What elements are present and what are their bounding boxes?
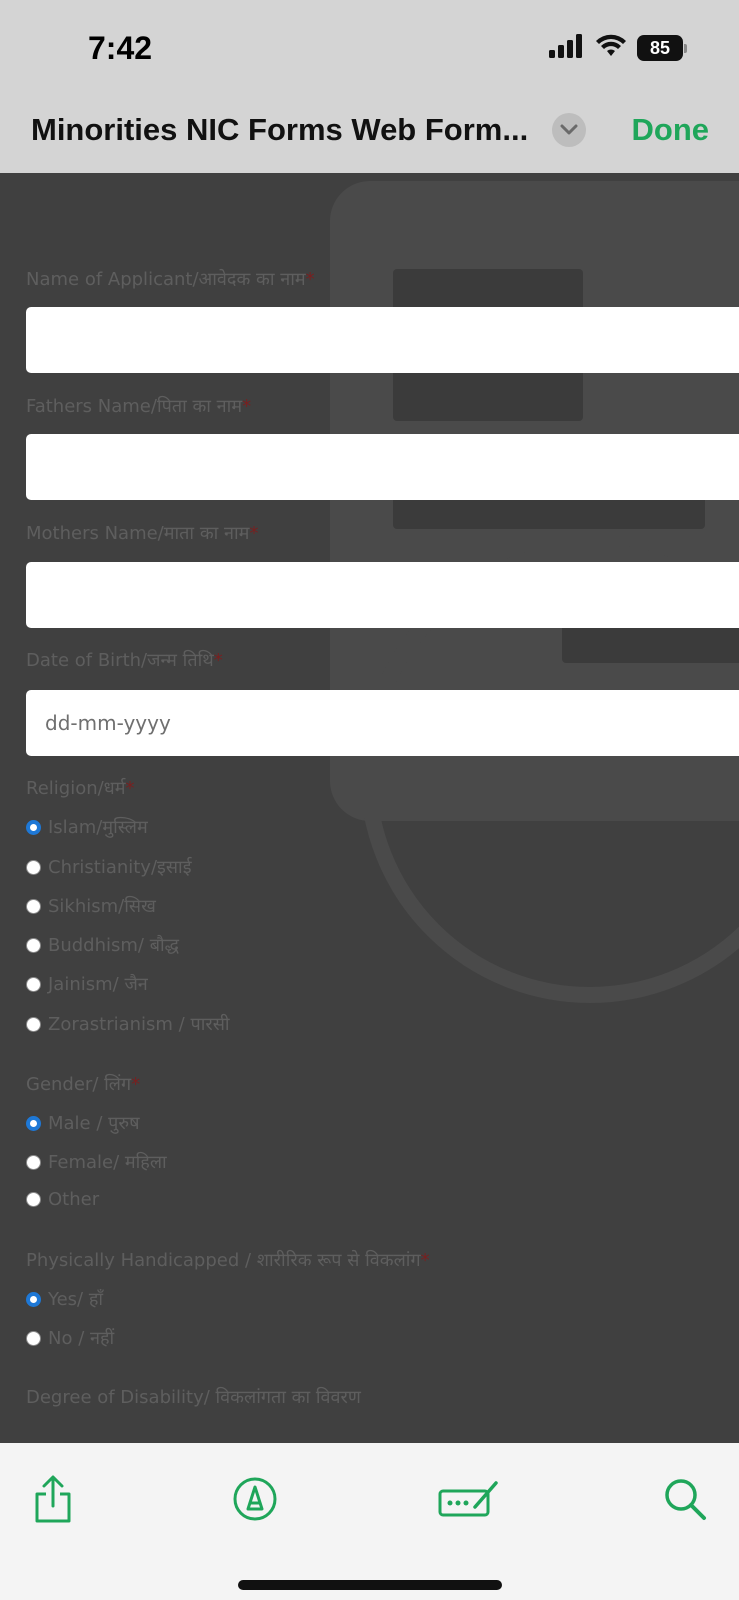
applicant-name-input[interactable] — [26, 307, 739, 373]
form-content: Name of Applicant/आवेदक का नाम* Fathers … — [0, 173, 739, 1443]
radio-button[interactable] — [26, 819, 41, 835]
religion-option-christianity[interactable]: Christianity/इसाई — [26, 855, 192, 879]
father-name-label: Fathers Name/पिता का नाम* — [26, 396, 252, 417]
status-bar: 7:42 85 — [0, 0, 739, 95]
religion-option-zorastrianism[interactable]: Zorastrianism / पारसी — [26, 1012, 230, 1036]
handicapped-label: Physically Handicapped / शारीरिक रूप से … — [26, 1250, 430, 1271]
radio-button[interactable] — [26, 859, 41, 875]
dob-placeholder: dd-mm-yyyy — [45, 711, 171, 735]
dob-label: Date of Birth/जन्म तिथि* — [26, 650, 223, 671]
gender-label: Gender/ लिंग* — [26, 1074, 141, 1095]
religion-option-jainism[interactable]: Jainism/ जैन — [26, 972, 148, 996]
gender-option-female[interactable]: Female/ महिला — [26, 1150, 167, 1174]
religion-label: Religion/धर्म* — [26, 778, 135, 799]
document-title[interactable]: Minorities NIC Forms Web Form... — [31, 112, 528, 148]
radio-button[interactable] — [26, 1330, 41, 1346]
chevron-down-icon[interactable] — [552, 113, 586, 147]
religion-option-sikhism[interactable]: Sikhism/सिख — [26, 894, 156, 918]
home-indicator — [238, 1580, 502, 1590]
dob-input[interactable]: dd-mm-yyyy — [26, 690, 739, 756]
radio-button[interactable] — [26, 976, 41, 992]
done-button[interactable]: Done — [632, 112, 710, 148]
gender-option-male[interactable]: Male / पुरुष — [26, 1111, 140, 1135]
radio-button[interactable] — [26, 898, 41, 914]
applicant-name-label: Name of Applicant/आवेदक का नाम* — [26, 269, 315, 290]
mother-name-label: Mothers Name/माता का नाम* — [26, 523, 259, 544]
handicapped-option-no[interactable]: No / नहीं — [26, 1326, 114, 1350]
bottom-toolbar — [0, 1443, 739, 1600]
handicapped-option-yes[interactable]: Yes/ हाँ — [26, 1287, 103, 1311]
battery-icon: 85 — [637, 35, 687, 61]
radio-button[interactable] — [26, 1016, 41, 1032]
wifi-icon — [595, 34, 627, 62]
cellular-signal-icon — [549, 34, 585, 62]
father-name-input[interactable] — [26, 434, 739, 500]
religion-option-buddhism[interactable]: Buddhism/ बौद्ध — [26, 933, 179, 957]
form-fill-icon[interactable] — [436, 1469, 502, 1529]
share-icon[interactable] — [23, 1469, 83, 1529]
mother-name-input[interactable] — [26, 562, 739, 628]
radio-button[interactable] — [26, 937, 41, 953]
title-bar: Minorities NIC Forms Web Form... Done — [0, 95, 739, 173]
radio-button[interactable] — [26, 1115, 41, 1131]
radio-button[interactable] — [26, 1291, 41, 1307]
status-time: 7:42 — [88, 30, 153, 66]
religion-option-islam[interactable]: Islam/मुस्लिम — [26, 815, 148, 839]
battery-level: 85 — [637, 35, 683, 61]
search-icon[interactable] — [655, 1469, 715, 1529]
radio-button[interactable] — [26, 1192, 41, 1207]
radio-button[interactable] — [26, 1154, 41, 1170]
markup-icon[interactable] — [225, 1469, 285, 1529]
gender-option-other[interactable]: Other — [26, 1189, 99, 1210]
status-icons: 85 — [549, 34, 687, 62]
disability-degree-label: Degree of Disability/ विकलांगता का विवरण — [26, 1387, 361, 1408]
